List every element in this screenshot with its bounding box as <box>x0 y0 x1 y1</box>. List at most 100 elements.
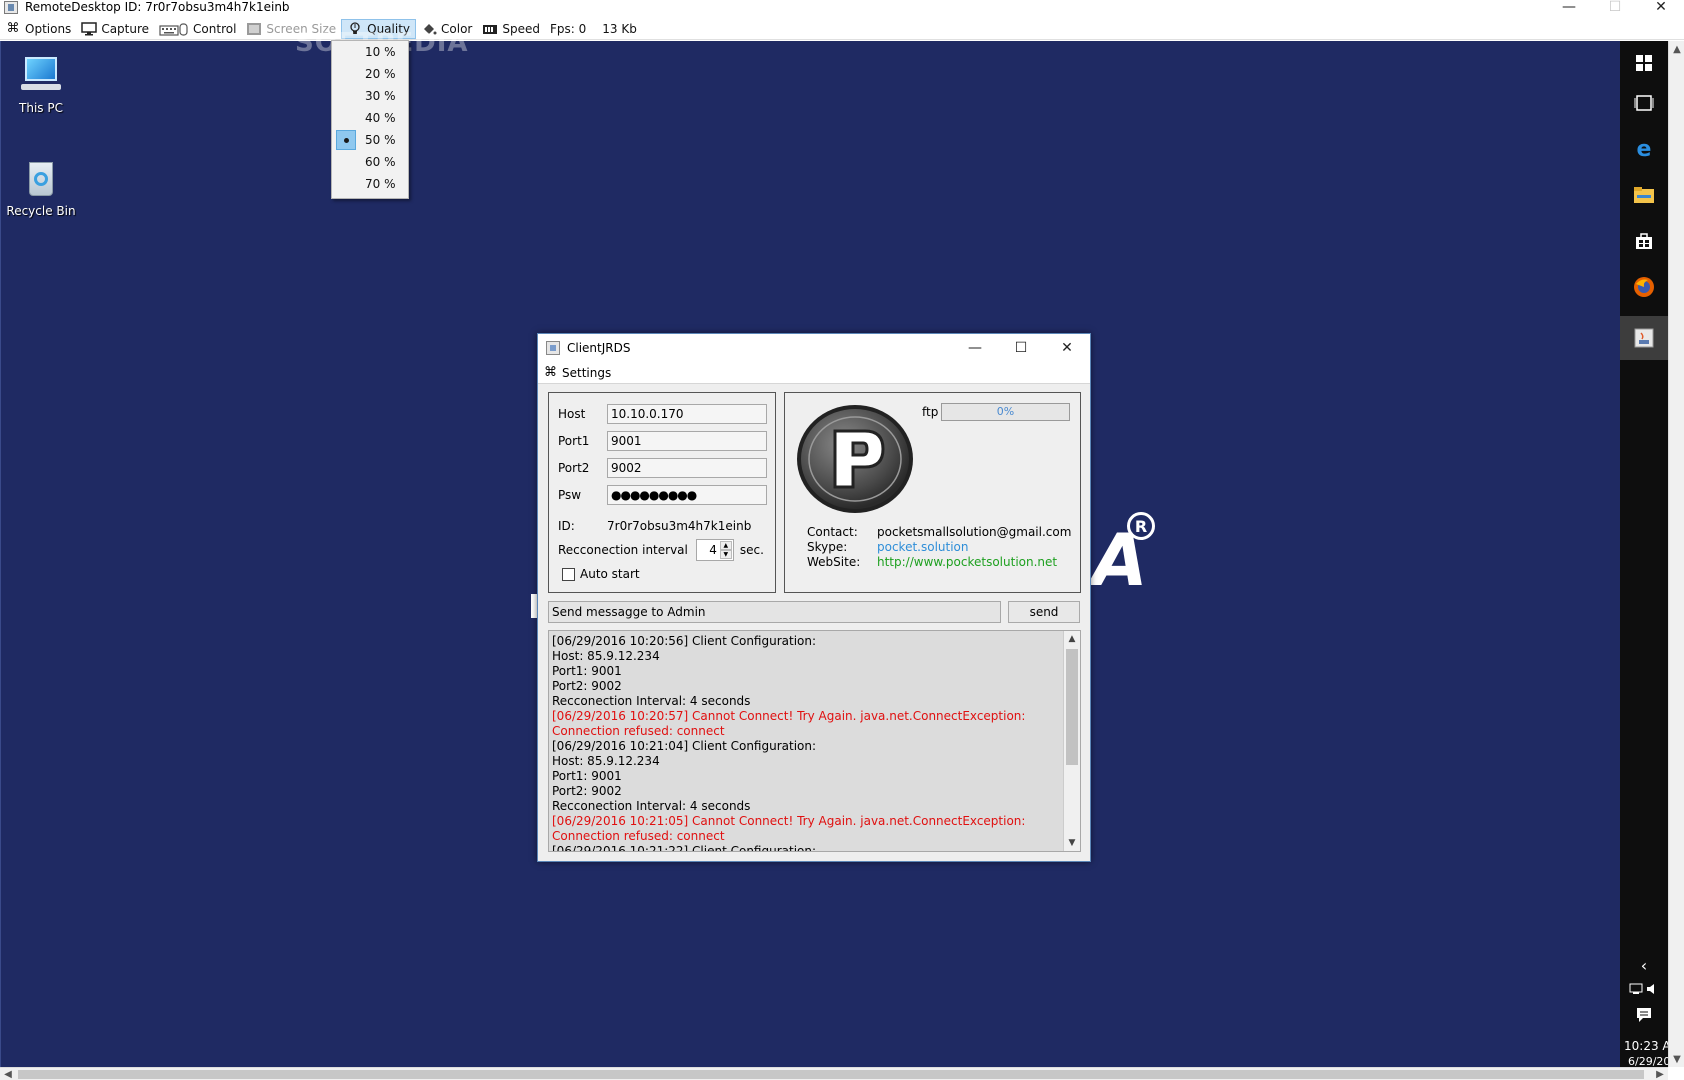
reconnection-spinner[interactable]: 4 ▲ ▼ <box>695 539 734 561</box>
clock-time[interactable]: 10:23 A <box>1624 1039 1671 1053</box>
website-row: WebSite: http://www.pocketsolution.net <box>807 555 1057 569</box>
store-icon[interactable] <box>1632 229 1656 253</box>
host-input[interactable]: 10.10.0.170 <box>607 404 767 424</box>
message-input[interactable]: Send messagge to Admin <box>548 601 1001 623</box>
radio-icon <box>336 108 356 128</box>
speed-menu[interactable]: Speed <box>477 19 545 39</box>
computer-icon <box>19 53 63 97</box>
edge-icon[interactable]: e <box>1632 137 1656 162</box>
auto-start-checkbox[interactable] <box>562 567 575 581</box>
reconnection-label: Recconection interval <box>558 543 688 557</box>
options-menu[interactable]: ⌘ Options <box>0 19 76 39</box>
notification-icon[interactable] <box>1632 1003 1656 1027</box>
p-logo-icon <box>797 405 913 513</box>
quality-option[interactable]: 30 % <box>332 85 408 107</box>
horizontal-scrollbar[interactable]: ◀ ▶ <box>0 1067 1668 1080</box>
client-maximize-button[interactable]: ☐ <box>998 334 1044 362</box>
remote-taskbar: e ‹ 10:23 A 6/29/20 <box>1620 41 1671 1068</box>
quality-option[interactable]: 40 % <box>332 107 408 129</box>
quality-option[interactable]: 10 % <box>332 41 408 63</box>
client-menubar: ⌘ Settings <box>538 362 1090 384</box>
radio-icon <box>336 174 356 194</box>
recycle-bin-icon <box>19 156 63 200</box>
log-line: Recconection Interval: 4 seconds <box>552 694 751 708</box>
log-line: Port2: 9002 <box>552 679 622 693</box>
window-title: RemoteDesktop ID: 7r0r7obsu3m4h7k1einb <box>25 0 290 14</box>
auto-start-row[interactable]: Auto start <box>562 567 640 581</box>
id-value: 7r0r7obsu3m4h7k1einb <box>607 519 752 533</box>
host-row: Host 10.10.0.170 <box>558 404 767 424</box>
log-lines: [06/29/2016 10:20:56] Client Configurati… <box>552 634 1062 851</box>
log-scroll-thumb[interactable] <box>1066 649 1078 765</box>
settings-icon: ⌘ <box>544 365 557 380</box>
toolbar: ⌘ Options Capture Control Screen Size Qu… <box>0 18 1684 40</box>
desktop-icon-this-pc[interactable]: This PC <box>1 53 81 115</box>
firefox-icon[interactable] <box>1632 275 1656 299</box>
quality-option[interactable]: 60 % <box>332 151 408 173</box>
scroll-thumb[interactable] <box>18 1070 1644 1079</box>
log-line: Port1: 9001 <box>552 664 622 678</box>
contact-row: Contact: pocketsmallsolution@gmail.com <box>807 525 1071 539</box>
control-menu[interactable]: Control <box>154 19 241 39</box>
vertical-scrollbar[interactable]: ▲ ▼ <box>1668 41 1684 1067</box>
contact-email[interactable]: pocketsmallsolution@gmail.com <box>877 525 1071 539</box>
ftp-progress-text: 0% <box>996 405 1015 418</box>
file-explorer-icon[interactable] <box>1632 183 1656 207</box>
app-icon <box>4 0 18 14</box>
scroll-left-icon[interactable]: ◀ <box>0 1068 16 1080</box>
auto-start-label: Auto start <box>580 567 640 581</box>
quality-option-label: 10 % <box>365 45 396 59</box>
log-line: Recconection Interval: 4 seconds <box>552 799 751 813</box>
settings-label: Settings <box>562 365 612 380</box>
screen-size-icon <box>246 22 262 36</box>
log-line: [06/29/2016 10:20:56] Client Configurati… <box>552 634 817 648</box>
log-scroll-up-icon[interactable]: ▲ <box>1064 631 1080 647</box>
quality-dropdown: 10 % 20 % 30 % 40 % 50 % 60 % 70 % <box>331 40 409 199</box>
window-titlebar: RemoteDesktop ID: 7r0r7obsu3m4h7k1einb —… <box>0 0 1684 14</box>
log-line: Connection refused: connect <box>552 724 725 738</box>
windows-start-icon[interactable] <box>1632 51 1656 75</box>
client-minimize-button[interactable]: — <box>952 334 998 362</box>
chevron-left-icon[interactable]: ‹ <box>1632 953 1656 977</box>
scroll-down-icon[interactable]: ▼ <box>1669 1051 1684 1067</box>
settings-menu[interactable]: ⌘ Settings <box>544 365 611 380</box>
radio-icon <box>336 152 356 172</box>
quality-option[interactable]: 20 % <box>332 63 408 85</box>
password-input[interactable]: ●●●●●●●●● <box>607 485 767 505</box>
port1-input[interactable]: 9001 <box>607 431 767 451</box>
quality-option-label: 40 % <box>365 111 396 125</box>
password-row: Psw ●●●●●●●●● <box>558 485 767 505</box>
host-label: Host <box>558 407 586 421</box>
capture-menu[interactable]: Capture <box>76 19 154 39</box>
id-label: ID: <box>558 519 575 533</box>
minimize-button[interactable]: — <box>1546 0 1592 14</box>
client-close-button[interactable]: ✕ <box>1044 334 1090 362</box>
options-icon: ⌘ <box>6 21 20 36</box>
quality-option-selected[interactable]: 50 % <box>332 129 408 151</box>
spinner-up-icon[interactable]: ▲ <box>719 541 732 550</box>
network-volume-icon[interactable] <box>1628 977 1660 1001</box>
client-titlebar: ClientJRDS — ☐ ✕ <box>538 334 1090 362</box>
task-view-icon[interactable] <box>1632 91 1656 115</box>
website-link[interactable]: http://www.pocketsolution.net <box>877 555 1057 569</box>
quality-option-label: 20 % <box>365 67 396 81</box>
desktop-icon-recycle-bin[interactable]: Recycle Bin <box>1 156 81 218</box>
log-line: Host: 85.9.12.234 <box>552 754 660 768</box>
scroll-right-icon[interactable]: ▶ <box>1652 1068 1668 1080</box>
java-app-icon[interactable] <box>1632 326 1656 350</box>
send-button[interactable]: send <box>1008 601 1080 623</box>
scroll-up-icon[interactable]: ▲ <box>1669 41 1684 57</box>
quality-option[interactable]: 70 % <box>332 173 408 195</box>
port2-input[interactable]: 9002 <box>607 458 767 478</box>
skype-link[interactable]: pocket.solution <box>877 540 969 554</box>
close-button[interactable]: ✕ <box>1638 0 1684 14</box>
maximize-button[interactable]: ☐ <box>1592 0 1638 14</box>
log-scroll-down-icon[interactable]: ▼ <box>1064 835 1080 851</box>
spinner-down-icon[interactable]: ▼ <box>719 550 732 559</box>
log-line: Connection refused: connect <box>552 829 725 843</box>
log-area[interactable]: [06/29/2016 10:20:56] Client Configurati… <box>548 630 1081 852</box>
capture-label: Capture <box>101 21 150 36</box>
log-line: Port2: 9002 <box>552 784 622 798</box>
log-scrollbar[interactable]: ▲ ▼ <box>1063 631 1080 851</box>
log-line: Host: 85.9.12.234 <box>552 649 660 663</box>
